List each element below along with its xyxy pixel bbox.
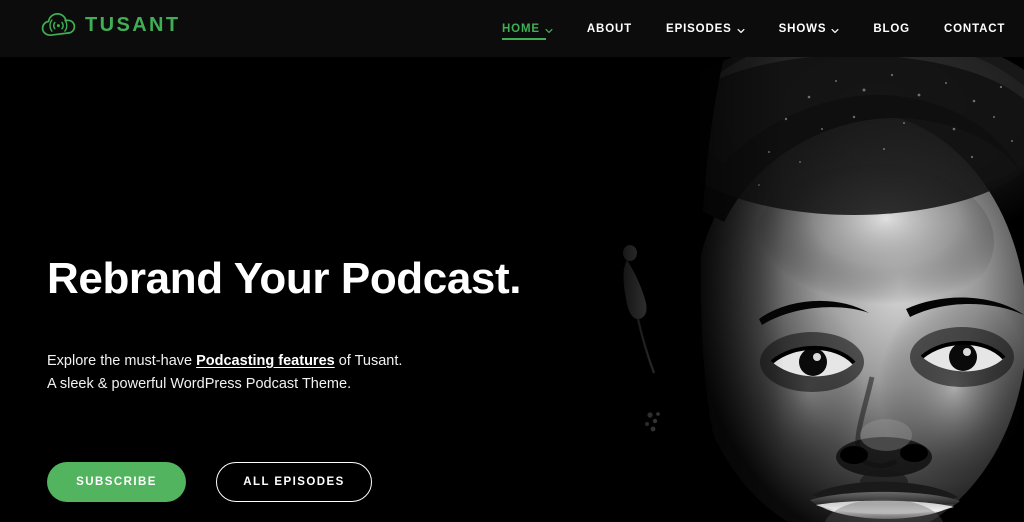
chevron-down-icon	[737, 26, 745, 34]
podcasting-features-link[interactable]: Podcasting features	[196, 353, 335, 369]
all-episodes-button[interactable]: ALL EPISODES	[216, 462, 372, 502]
nav-item-shows[interactable]: SHOWS	[762, 0, 857, 57]
nav-item-about-label: ABOUT	[586, 22, 633, 35]
nav-item-contact-label: CONTACT	[943, 22, 1006, 35]
chevron-down-icon	[545, 26, 553, 34]
cloud-soundwave-icon	[41, 11, 76, 39]
hero-description: Explore the must-have Podcasting feature…	[47, 350, 402, 396]
nav-item-about[interactable]: ABOUT	[570, 0, 649, 57]
brand-logo-link[interactable]: TUSANT	[41, 11, 181, 39]
main-navigation: HOME ABOUT EPISODES SHOWS BLOG CONTACT	[496, 0, 1022, 57]
hero-actions: SUBSCRIBE ALL EPISODES	[47, 462, 372, 502]
homepage-hero-screen: TUSANT HOME ABOUT EPISODES SHOWS BLOG CO…	[0, 0, 1024, 522]
nav-item-blog-label: BLOG	[873, 22, 910, 35]
nav-item-contact[interactable]: CONTACT	[927, 0, 1022, 57]
nav-item-blog[interactable]: BLOG	[856, 0, 927, 57]
nav-item-home[interactable]: HOME	[496, 0, 570, 57]
site-header: TUSANT HOME ABOUT EPISODES SHOWS BLOG CO…	[0, 0, 1024, 57]
chevron-down-icon	[831, 26, 839, 34]
hero-description-line-2: A sleek & powerful WordPress Podcast The…	[47, 376, 352, 392]
brand-name: TUSANT	[85, 14, 181, 36]
subscribe-button[interactable]: SUBSCRIBE	[47, 462, 186, 502]
nav-item-episodes-label: EPISODES	[666, 22, 732, 35]
hero-content: Rebrand Your Podcast. Explore the must-h…	[47, 57, 687, 522]
hero-description-line-1: Explore the must-have Podcasting feature…	[47, 350, 402, 373]
nav-item-episodes[interactable]: EPISODES	[649, 0, 762, 57]
hero-title: Rebrand Your Podcast.	[47, 254, 522, 303]
hero-copy-before: Explore the must-have	[47, 353, 197, 369]
nav-item-shows-label: SHOWS	[778, 22, 827, 35]
nav-active-underline	[502, 38, 546, 40]
nav-item-home-label: HOME	[502, 22, 540, 35]
hero-copy-after: of Tusant.	[334, 353, 403, 369]
hero-section: Rebrand Your Podcast. Explore the must-h…	[0, 57, 1024, 522]
